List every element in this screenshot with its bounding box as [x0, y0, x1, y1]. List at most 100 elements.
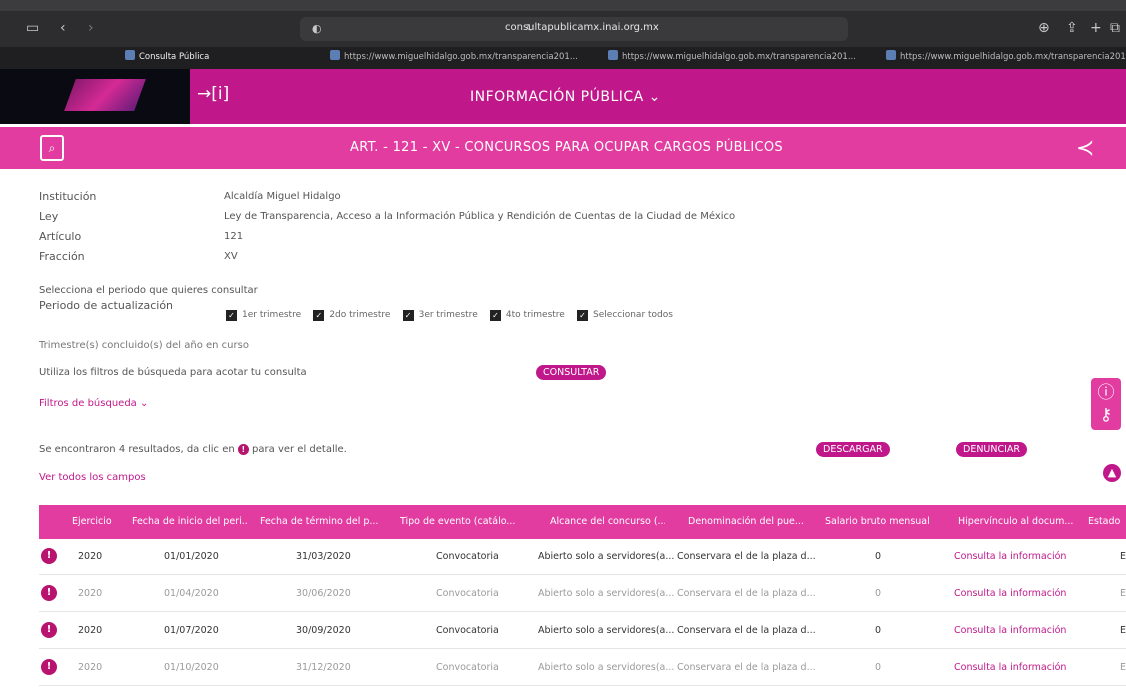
cell-denominacion: Conservara el de la plaza d... [677, 662, 816, 673]
forward-icon[interactable]: › [88, 20, 94, 36]
tab-consulta-publica[interactable]: Consulta Pública [125, 50, 325, 66]
table-row: ! 2020 01/07/2020 30/09/2020 Convocatori… [39, 613, 1126, 649]
col-ejercicio[interactable]: Ejercicio [72, 516, 112, 527]
tab-miguelhidalgo-2[interactable]: https://www.miguelhidalgo.gob.mx/transpa… [608, 50, 873, 66]
detail-info-icon[interactable]: ! [41, 622, 57, 638]
checkbox-label: 4to trimestre [505, 310, 565, 320]
reload-icon[interactable]: ↻ [526, 21, 534, 37]
logo-shape [64, 79, 146, 111]
denunciar-button[interactable]: DENUNCIAR [956, 442, 1028, 457]
login-icon[interactable]: →[i] [197, 84, 229, 104]
col-estado[interactable]: Estado [1088, 516, 1126, 527]
cell-alcance: Abierto solo a servidores(a... [538, 625, 675, 636]
cell-termino: 30/09/2020 [296, 625, 351, 636]
consulta-informacion-link[interactable]: Consulta la información [954, 588, 1066, 599]
checkbox-seleccionar-todos[interactable]: ✓ [577, 310, 589, 321]
cell-inicio: 01/10/2020 [164, 662, 219, 673]
checkbox-2do-trimestre[interactable]: ✓ [313, 310, 325, 321]
checkbox-label: 3er trimestre [418, 310, 478, 320]
filtros-busqueda-toggle[interactable]: Filtros de búsqueda ⌄ [39, 398, 148, 409]
section-header: ⌕ ART. - 121 - XV - CONCURSOS PARA OCUPA… [0, 127, 1126, 169]
consultar-button[interactable]: CONSULTAR [536, 365, 607, 380]
detail-info-icon[interactable]: ! [41, 548, 57, 564]
ver-todos-campos-link[interactable]: Ver todos los campos [39, 472, 146, 483]
consulta-informacion-link[interactable]: Consulta la información [954, 625, 1066, 636]
col-alcance[interactable]: Alcance del concurso (... [550, 516, 665, 527]
site-header: →[i] INFORMACIÓN PÚBLICA ⌄ [0, 69, 1126, 124]
info-icon: ! [237, 444, 249, 455]
share-icon[interactable]: ≺ [1076, 136, 1094, 161]
col-fecha-termino[interactable]: Fecha de término del p... [260, 516, 378, 527]
tab-miguelhidalgo-3[interactable]: https://www.miguelhidalgo.gob.mx/transpa… [886, 50, 1126, 66]
tab-bar: Consulta Pública https://www.miguelhidal… [0, 47, 1126, 69]
tab-miguelhidalgo-1[interactable]: https://www.miguelhidalgo.gob.mx/transpa… [330, 50, 595, 66]
cell-ejercicio: 2020 [78, 662, 103, 673]
checkbox-label: 2do trimestre [329, 310, 391, 320]
results-text: Se encontraron [39, 444, 119, 455]
browser-toolbar: ▭ ‹ › ◐ consultapublicamx.inai.org.mx ↻ … [0, 11, 1126, 47]
tools-icon[interactable]: ⚷ [1091, 400, 1121, 430]
col-salario[interactable]: Salario bruto mensual [825, 516, 945, 527]
cell-ejercicio: 2020 [78, 625, 103, 636]
detail-info-icon[interactable]: ! [41, 585, 57, 601]
periodo-label: Periodo de actualización [39, 299, 174, 312]
cell-denominacion: Conservara el de la plaza d... [677, 625, 816, 636]
back-icon[interactable]: ‹ [60, 20, 66, 36]
cell-salario: 0 [875, 551, 882, 562]
section-title: ART. - 121 - XV - CONCURSOS PARA OCUPAR … [350, 140, 783, 155]
cell-termino: 30/06/2020 [296, 588, 351, 599]
checkbox-1er-trimestre[interactable]: ✓ [226, 310, 237, 321]
col-denominacion[interactable]: Denominación del pue... [688, 516, 810, 527]
checkbox-3er-trimestre[interactable]: ✓ [402, 310, 414, 321]
table-row: ! 2020 01/01/2020 31/03/2020 Convocatori… [39, 539, 1126, 575]
cell-termino: 31/12/2020 [296, 662, 351, 673]
checkbox-4to-trimestre[interactable]: ✓ [489, 310, 501, 321]
periodo-options: ✓ 1er trimestre ✓ 2do trimestre ✓ 3er trime… [226, 309, 682, 321]
new-tab-icon[interactable]: + [1090, 20, 1102, 36]
address-bar[interactable]: ◐ consultapublicamx.inai.org.mx ↻ [300, 17, 848, 41]
tab-label: Consulta Pública [139, 52, 210, 62]
consulta-informacion-link[interactable]: Consulta la información [954, 551, 1066, 562]
cell-estado: E [1120, 662, 1126, 673]
cell-salario: 0 [875, 625, 882, 636]
favicon-icon [608, 50, 618, 60]
detail-info-icon[interactable]: ! [41, 659, 57, 675]
institucion-value: Alcaldía Miguel Hidalgo [224, 191, 341, 202]
articulo-value: 121 [224, 231, 244, 242]
cell-inicio: 01/04/2020 [164, 588, 219, 599]
checkbox-label: Seleccionar todos [593, 310, 673, 320]
col-fecha-inicio[interactable]: Fecha de inicio del peri... [132, 516, 247, 527]
tabs-overview-icon[interactable]: ⧉ [1110, 20, 1120, 36]
site-logo[interactable] [0, 69, 190, 124]
ley-value: Ley de Transparencia, Acceso a la Inform… [224, 211, 736, 222]
table-row: ! 2020 01/10/2020 31/12/2020 Convocatori… [39, 650, 1126, 686]
scroll-top-icon[interactable]: ▲ [1103, 464, 1121, 482]
download-icon[interactable]: ⊕ [1038, 20, 1050, 36]
fraccion-label: Fracción [39, 250, 85, 263]
share-browser-icon[interactable]: ⇪ [1066, 20, 1078, 36]
shield-icon[interactable]: ◐ [312, 21, 322, 37]
checkbox-label: 1er trimestre [242, 310, 302, 320]
trimestres-text: Trimestre(s) concluido(s) del año en cur… [39, 340, 249, 351]
consulta-informacion-link[interactable]: Consulta la información [954, 662, 1066, 673]
favicon-icon [125, 50, 135, 60]
col-hipervinculo[interactable]: Hipervínculo al docum... [958, 516, 1078, 527]
cell-ejercicio: 2020 [78, 588, 103, 599]
favicon-icon [886, 50, 896, 60]
cell-tipo: Convocatoria [436, 588, 499, 599]
cell-estado: E [1120, 588, 1126, 599]
cell-alcance: Abierto solo a servidores(a... [538, 551, 675, 562]
periodo-prompt: Selecciona el periodo que quieres consul… [39, 285, 258, 296]
sidebar-toggle-icon[interactable]: ▭ [26, 20, 39, 36]
cell-tipo: Convocatoria [436, 625, 499, 636]
cell-salario: 0 [875, 588, 882, 599]
institucion-label: Institución [39, 190, 97, 203]
informacion-publica-menu[interactable]: INFORMACIÓN PÚBLICA ⌄ [470, 89, 661, 105]
col-tipo-evento[interactable]: Tipo de evento (catálo... [400, 516, 515, 527]
tab-label: https://www.miguelhidalgo.gob.mx/transpa… [900, 52, 1126, 62]
document-search-icon: ⌕ [40, 135, 64, 161]
cell-denominacion: Conservara el de la plaza d... [677, 551, 816, 562]
cell-estado: E [1120, 551, 1126, 562]
descargar-button[interactable]: DESCARGAR [816, 442, 890, 457]
cell-salario: 0 [875, 662, 882, 673]
